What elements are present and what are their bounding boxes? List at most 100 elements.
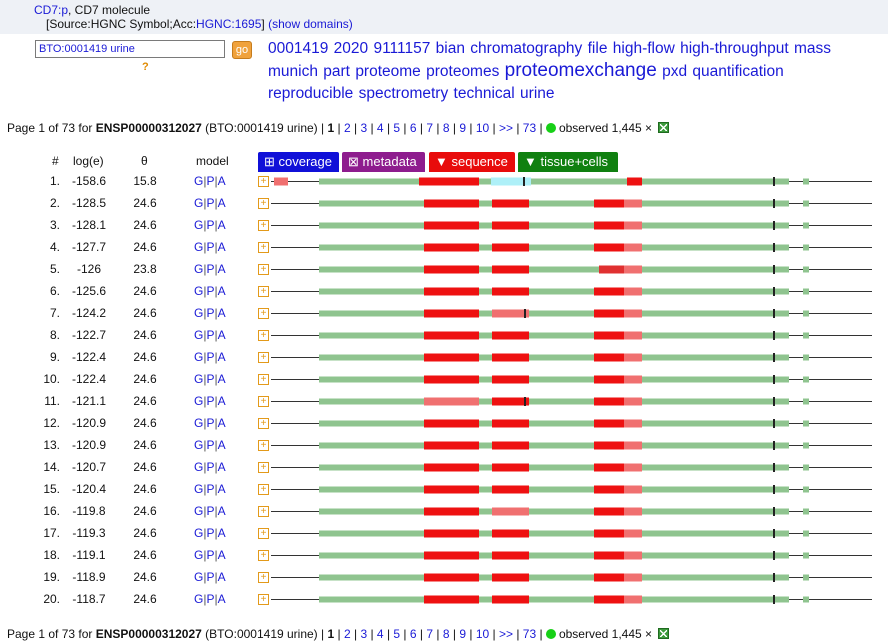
- page-link[interactable]: 6: [410, 121, 417, 135]
- peptide-segment[interactable]: [624, 529, 642, 538]
- coverage-segment[interactable]: [642, 310, 789, 317]
- keyword-link[interactable]: file: [588, 40, 608, 57]
- peptide-segment[interactable]: [594, 595, 624, 604]
- coverage-track[interactable]: [0, 544, 888, 566]
- coverage-segment[interactable]: [803, 596, 809, 603]
- page-link[interactable]: 4: [377, 627, 384, 641]
- keyword-link[interactable]: technical: [454, 85, 515, 102]
- peptide-segment[interactable]: [594, 441, 624, 450]
- page-link[interactable]: 5: [393, 627, 400, 641]
- coverage-segment[interactable]: [642, 420, 789, 427]
- coverage-track[interactable]: [0, 170, 888, 192]
- peptide-segment[interactable]: [424, 265, 479, 274]
- page-link[interactable]: 7: [426, 627, 433, 641]
- show-domains-link[interactable]: (show domains): [268, 17, 353, 31]
- keyword-link[interactable]: proteome: [355, 63, 420, 80]
- page-link[interactable]: 3: [360, 627, 367, 641]
- peptide-segment[interactable]: [594, 419, 624, 428]
- peptide-segment[interactable]: [624, 243, 642, 252]
- coverage-segment[interactable]: [479, 486, 492, 493]
- keyword-link[interactable]: part: [323, 63, 350, 80]
- coverage-segment[interactable]: [479, 310, 492, 317]
- keyword-link[interactable]: 0001419: [268, 40, 328, 57]
- page-link[interactable]: >>: [499, 121, 513, 135]
- peptide-segment[interactable]: [492, 287, 529, 296]
- coverage-segment[interactable]: [319, 596, 424, 603]
- peptide-segment[interactable]: [419, 177, 479, 186]
- coverage-segment[interactable]: [319, 574, 424, 581]
- peptide-segment[interactable]: [424, 287, 479, 296]
- peptide-segment[interactable]: [424, 243, 479, 252]
- peptide-segment[interactable]: [594, 331, 624, 340]
- peptide-segment[interactable]: [624, 287, 642, 296]
- coverage-segment[interactable]: [529, 596, 594, 603]
- coverage-segment[interactable]: [479, 464, 492, 471]
- coverage-segment[interactable]: [529, 552, 594, 559]
- coverage-segment[interactable]: [319, 420, 424, 427]
- coverage-segment[interactable]: [529, 266, 594, 273]
- keyword-link[interactable]: bian: [436, 40, 465, 57]
- page-link[interactable]: 9: [459, 121, 466, 135]
- coverage-segment[interactable]: [803, 552, 809, 559]
- page-link[interactable]: >>: [499, 627, 513, 641]
- coverage-segment[interactable]: [803, 486, 809, 493]
- coverage-segment[interactable]: [642, 574, 789, 581]
- coverage-segment[interactable]: [642, 376, 789, 383]
- coverage-segment[interactable]: [319, 464, 424, 471]
- coverage-segment[interactable]: [479, 222, 492, 229]
- coverage-track[interactable]: [0, 566, 888, 588]
- tab-tissue-cells[interactable]: ▼ tissue+cells: [518, 152, 618, 172]
- peptide-segment[interactable]: [624, 331, 642, 340]
- coverage-track[interactable]: [0, 390, 888, 412]
- coverage-segment[interactable]: [642, 288, 789, 295]
- peptide-segment[interactable]: [624, 265, 642, 274]
- peptide-segment[interactable]: [424, 221, 479, 230]
- coverage-segment[interactable]: [529, 398, 594, 405]
- keyword-link[interactable]: reproducible: [268, 85, 353, 102]
- peptide-segment[interactable]: [624, 353, 642, 362]
- search-input[interactable]: [35, 40, 225, 58]
- peptide-segment[interactable]: [492, 331, 529, 340]
- peptide-segment[interactable]: [594, 551, 624, 560]
- coverage-segment[interactable]: [479, 178, 491, 185]
- coverage-segment[interactable]: [803, 464, 809, 471]
- peptide-segment[interactable]: [274, 177, 288, 186]
- coverage-segment[interactable]: [319, 530, 424, 537]
- coverage-segment[interactable]: [529, 376, 594, 383]
- peptide-segment[interactable]: [594, 375, 624, 384]
- coverage-segment[interactable]: [642, 266, 789, 273]
- coverage-segment[interactable]: [319, 442, 424, 449]
- coverage-segment[interactable]: [529, 442, 594, 449]
- coverage-segment[interactable]: [642, 464, 789, 471]
- keyword-link[interactable]: chromatography: [470, 40, 582, 57]
- peptide-segment[interactable]: [594, 463, 624, 472]
- peptide-segment[interactable]: [594, 243, 624, 252]
- peptide-segment[interactable]: [624, 595, 642, 604]
- page-link[interactable]: 8: [443, 627, 450, 641]
- coverage-segment[interactable]: [319, 244, 424, 251]
- excel-download-icon[interactable]: [658, 628, 670, 639]
- peptide-segment[interactable]: [594, 199, 624, 208]
- coverage-segment[interactable]: [319, 332, 424, 339]
- peptide-segment[interactable]: [594, 309, 624, 318]
- coverage-segment[interactable]: [803, 508, 809, 515]
- coverage-segment[interactable]: [642, 596, 789, 603]
- coverage-segment[interactable]: [479, 442, 492, 449]
- peptide-segment[interactable]: [424, 331, 479, 340]
- peptide-segment[interactable]: [624, 397, 642, 406]
- peptide-segment[interactable]: [492, 463, 529, 472]
- coverage-segment[interactable]: [803, 398, 809, 405]
- peptide-segment[interactable]: [624, 419, 642, 428]
- peptide-segment[interactable]: [594, 353, 624, 362]
- peptide-segment[interactable]: [492, 485, 529, 494]
- coverage-segment[interactable]: [319, 486, 424, 493]
- coverage-segment[interactable]: [529, 486, 594, 493]
- coverage-track[interactable]: [0, 412, 888, 434]
- coverage-track[interactable]: [0, 522, 888, 544]
- keyword-link[interactable]: proteomexchange: [505, 60, 657, 81]
- gene-link[interactable]: CD7:p: [34, 3, 68, 17]
- page-link[interactable]: 10: [476, 627, 489, 641]
- coverage-track[interactable]: [0, 192, 888, 214]
- coverage-segment[interactable]: [642, 200, 789, 207]
- coverage-track[interactable]: [0, 368, 888, 390]
